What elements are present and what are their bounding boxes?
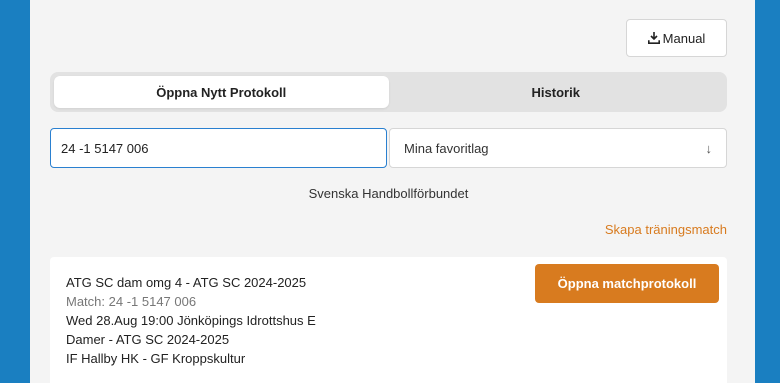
match-datetime-venue: Wed 28.Aug 19:00 Jönköpings Idrottshus E [66,313,316,328]
arrow-down-icon: ↓ [705,140,713,156]
match-number-input[interactable] [50,128,387,168]
favorite-teams-label: Mina favoritlag [404,140,489,156]
manual-label: Manual [662,30,706,46]
tab-open-new-protocol[interactable]: Öppna Nytt Protokoll [54,76,389,108]
federation-name: Svenska Handbollförbundet [308,186,469,201]
main-panel: Manual Öppna Nytt Protokoll Historik Min… [30,0,755,383]
tab-bar: Öppna Nytt Protokoll Historik [50,72,727,112]
tab-history[interactable]: Historik [389,76,724,108]
match-teams: IF Hallby HK - GF Kroppskultur [66,351,246,366]
match-league: Damer - ATG SC 2024-2025 [66,332,230,347]
download-icon [647,32,660,44]
create-training-match-link[interactable]: Skapa träningsmatch [605,222,727,237]
open-match-protocol-button[interactable]: Öppna matchprotokoll [535,264,719,303]
match-card: ATG SC dam omg 4 - ATG SC 2024-2025 Matc… [50,257,727,383]
search-row: Mina favoritlag ↓ [50,128,727,168]
favorite-teams-select[interactable]: Mina favoritlag ↓ [389,128,727,168]
manual-button[interactable]: Manual [626,19,727,57]
